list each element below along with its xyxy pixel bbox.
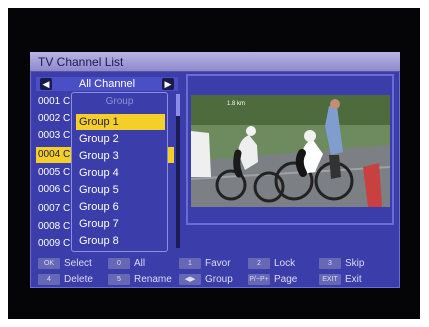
key-0: 0 bbox=[108, 258, 130, 269]
channel-name: C bbox=[63, 238, 71, 249]
help-favor-label: Favor bbox=[205, 258, 231, 269]
group-item[interactable]: Group 5 bbox=[76, 182, 165, 198]
video-preview: 1.8 km bbox=[191, 95, 390, 207]
help-page-label: Page bbox=[274, 274, 298, 285]
channel-number: 0004 bbox=[38, 149, 61, 160]
group-popup-title: Group bbox=[105, 96, 134, 107]
channel-number: 0005 bbox=[38, 167, 61, 178]
channel-name: C bbox=[63, 184, 71, 195]
key-2: 2 bbox=[248, 258, 270, 269]
channel-name: C bbox=[63, 96, 71, 107]
channel-name: C bbox=[63, 167, 71, 178]
channel-number: 0002 bbox=[38, 113, 61, 124]
group-item[interactable]: Group 4 bbox=[76, 165, 165, 181]
channel-list-scrollbar[interactable] bbox=[176, 94, 180, 248]
help-lock-label: Lock bbox=[274, 258, 296, 269]
help-all-label: All bbox=[134, 258, 146, 269]
left-right-key: ◀▶ bbox=[179, 274, 201, 285]
group-item[interactable]: Group 3 bbox=[76, 148, 165, 164]
help-group-label: Group bbox=[205, 274, 233, 285]
channel-number: 0003 bbox=[38, 130, 61, 141]
group-item[interactable]: Group 7 bbox=[76, 216, 165, 232]
key-5: 5 bbox=[108, 274, 130, 285]
chevron-right-icon[interactable]: ▶ bbox=[162, 78, 174, 90]
key-4: 4 bbox=[38, 274, 60, 285]
channel-name: C bbox=[63, 113, 71, 124]
scrollbar-thumb[interactable] bbox=[176, 94, 180, 116]
exit-key: EXIT bbox=[319, 274, 341, 285]
group-item[interactable]: Group 2 bbox=[76, 131, 165, 147]
help-skip-label: Skip bbox=[345, 258, 365, 269]
group-item[interactable]: Group 8 bbox=[76, 233, 165, 249]
page-key: P/−P+ bbox=[248, 274, 270, 285]
key-1: 1 bbox=[179, 258, 201, 269]
video-caption: 1.8 km bbox=[227, 101, 246, 107]
help-select-label: Select bbox=[64, 258, 92, 269]
channel-number: 0008 bbox=[38, 221, 61, 232]
channel-name: C bbox=[63, 130, 71, 141]
channel-name: C bbox=[63, 221, 71, 232]
channel-number: 0006 bbox=[38, 184, 61, 195]
key-3: 3 bbox=[319, 258, 341, 269]
help-bar: OK Select 0 All 1 Favor 2 Lock 3 Skip 4 … bbox=[36, 256, 396, 286]
help-rename-label: Rename bbox=[134, 274, 172, 285]
help-exit-label: Exit bbox=[345, 274, 362, 285]
video-preview-image bbox=[191, 95, 390, 207]
channel-name: C bbox=[63, 149, 71, 160]
help-delete-label: Delete bbox=[64, 274, 93, 285]
channel-name: C bbox=[63, 203, 71, 214]
channel-number: 0001 bbox=[38, 96, 61, 107]
group-item[interactable]: Group 6 bbox=[76, 199, 165, 215]
window-title: TV Channel List bbox=[30, 52, 400, 72]
channel-number: 0009 bbox=[38, 238, 61, 249]
group-item-selected[interactable]: Group 1 bbox=[76, 114, 165, 130]
ok-key: OK bbox=[38, 258, 60, 269]
channel-group-label: All Channel bbox=[78, 78, 136, 90]
channel-group-header[interactable]: ◀ All Channel ▶ bbox=[36, 77, 178, 91]
chevron-left-icon[interactable]: ◀ bbox=[40, 78, 52, 90]
channel-number: 0007 bbox=[38, 203, 61, 214]
group-popup: Group Group 1 Group 2 Group 3 Group 4 Gr… bbox=[71, 92, 168, 252]
